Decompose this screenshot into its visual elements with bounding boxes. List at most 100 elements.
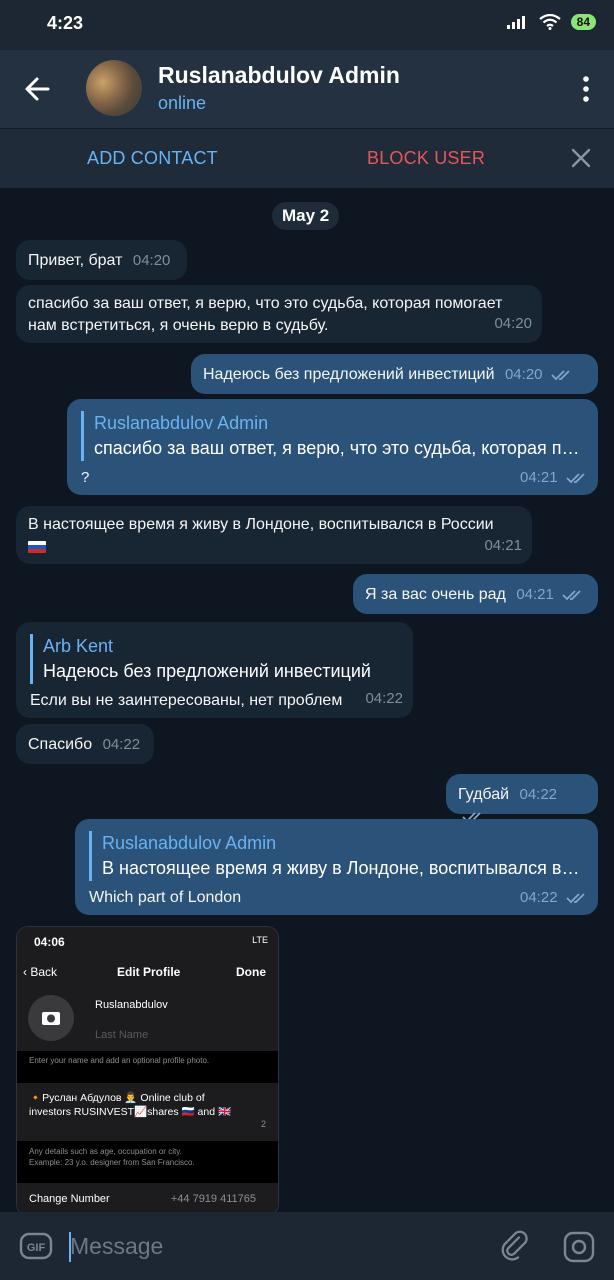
status-icons: 84	[506, 14, 596, 30]
message-text: Which part of London	[89, 889, 242, 906]
screenshot-network: LTE	[252, 935, 268, 945]
gif-icon: GIF	[19, 1232, 53, 1260]
screenshot-last-name: Last Name	[95, 1029, 149, 1041]
message-time: 04:21	[516, 586, 554, 603]
screenshot-bio-hint-line: Example: 23 y.o. designer from San Franc…	[29, 1158, 195, 1167]
chat-title[interactable]: Ruslanabdulov Admin	[158, 62, 400, 89]
screenshot-bio-count: 2	[260, 1119, 266, 1129]
screenshot-back-label: Back	[30, 965, 58, 979]
screenshot-first-name: Ruslanabdulov	[95, 999, 168, 1011]
double-check-icon	[566, 473, 585, 484]
message-input[interactable]	[70, 1228, 470, 1264]
message-incoming[interactable]: Спасибо 04:22	[16, 724, 154, 764]
screenshot-nav-bar: ‹ Back Edit Profile Done	[17, 957, 278, 987]
more-vertical-icon	[583, 76, 589, 102]
wifi-icon	[538, 14, 561, 30]
message-meta: 04:22	[520, 887, 588, 909]
message-composer: GIF	[0, 1212, 614, 1280]
message-incoming[interactable]: Arb Kent Надеюсь без предложений инвести…	[16, 622, 413, 718]
message-incoming[interactable]: Привет, брат 04:20	[16, 240, 187, 280]
add-contact-button[interactable]: ADD CONTACT	[87, 148, 218, 169]
screenshot-row-value: +44 7919 411765	[170, 1193, 256, 1205]
double-check-icon	[551, 370, 570, 381]
message-time: 04:22	[520, 889, 558, 906]
message-time: 04:21	[520, 469, 558, 486]
screenshot-name-hint: Enter your name and add an optional prof…	[29, 1056, 210, 1065]
message-outgoing[interactable]: Ruslanabdulov Admin В настоящее время я …	[75, 819, 598, 915]
message-outgoing[interactable]: Гудбай 04:22	[446, 774, 598, 823]
message-outgoing[interactable]: Ruslanabdulov Admin спасибо за ваш ответ…	[67, 399, 598, 495]
svg-text:GIF: GIF	[27, 1242, 46, 1254]
message-incoming[interactable]: спасибо за ваш ответ, я верю, что это су…	[16, 285, 542, 343]
message-time: 04:22	[102, 736, 141, 753]
chat-status: online	[158, 93, 207, 113]
screenshot-time: 04:06	[34, 935, 65, 949]
back-button[interactable]	[20, 72, 56, 106]
chat-header: Ruslanabdulov Admin online	[0, 50, 614, 128]
message-text: Надеюсь без предложений инвестиций	[203, 366, 495, 383]
screenshot-status-bar: 04:06 LTE	[17, 927, 278, 957]
message-time: 04:20	[504, 366, 543, 383]
attach-button[interactable]	[500, 1230, 534, 1264]
close-icon	[571, 148, 591, 168]
screenshot-back: ‹ Back	[23, 965, 58, 979]
screenshot-avatar	[28, 995, 74, 1041]
reply-text: В настоящее время я живу в Лондоне, восп…	[102, 858, 584, 878]
screenshot-bio-text: 🔸Руслан Абдулов 👨‍💼 Online club of inves…	[29, 1092, 232, 1118]
message-time: 04:22	[519, 786, 558, 803]
screenshot-done: Done	[236, 965, 266, 979]
screenshot-change-number-row: Change Number +44 7919 411765	[17, 1183, 278, 1212]
message-text: Спасибо	[28, 736, 93, 753]
message-incoming[interactable]: В настоящее время я живу в Лондоне, восп…	[16, 506, 532, 564]
reply-text: спасибо за ваш ответ, я верю, что это су…	[94, 438, 584, 458]
message-text: Привет, брат	[28, 252, 123, 269]
more-menu-button[interactable]	[578, 74, 594, 104]
message-text: В настоящее время я живу в Лондоне, восп…	[28, 516, 494, 533]
message-text-line: спасибо за ваш ответ, я верю, что это су…	[28, 295, 503, 312]
screenshot-row-label: Change Number	[29, 1193, 110, 1205]
message-text-line: нам встретиться, я очень верю в судьбу.	[28, 317, 329, 334]
gif-button[interactable]: GIF	[19, 1232, 53, 1260]
screenshot-profile: Ruslanabdulov Last Name	[17, 987, 278, 1051]
date-separator: May 2	[272, 202, 340, 230]
camera-icon	[563, 1231, 595, 1263]
signal-icon	[506, 16, 525, 29]
message-time: 04:22	[365, 690, 403, 707]
battery-icon: 84	[570, 14, 596, 30]
block-user-button[interactable]: BLOCK USER	[367, 148, 485, 169]
message-text: Я за вас очень рад	[365, 586, 506, 603]
screenshot-bio-hint-line: Any details such as age, occupation or c…	[29, 1147, 182, 1156]
shared-screenshot[interactable]: 04:06 LTE ‹ Back Edit Profile Done Rusla…	[16, 926, 279, 1212]
contact-action-bar: ADD CONTACT BLOCK USER	[0, 128, 614, 188]
reply-text: Надеюсь без предложений инвестиций	[43, 661, 371, 681]
double-check-icon	[562, 590, 581, 601]
avatar[interactable]	[86, 60, 142, 116]
paperclip-icon	[501, 1230, 528, 1261]
double-check-icon	[566, 893, 585, 904]
message-outgoing[interactable]: Надеюсь без предложений инвестиций 04:20	[191, 354, 598, 394]
reply-preview[interactable]: Ruslanabdulov Admin спасибо за ваш ответ…	[81, 411, 584, 461]
reply-author: Ruslanabdulov Admin	[102, 833, 277, 853]
message-time: 04:20	[494, 315, 532, 332]
message-time: 04:21	[484, 537, 522, 554]
reply-preview[interactable]: Arb Kent Надеюсь без предложений инвести…	[30, 634, 399, 684]
message-list[interactable]: May 2 Привет, брат 04:20 спасибо за ваш …	[0, 188, 614, 1212]
status-time: 4:23	[47, 13, 84, 33]
status-bar: 4:23 84	[0, 0, 614, 50]
reply-author: Ruslanabdulov Admin	[94, 413, 269, 433]
message-text: Гудбай	[458, 786, 510, 803]
message-time: 04:20	[132, 252, 171, 269]
russia-flag-icon	[28, 540, 46, 553]
message-text: ?	[81, 469, 90, 486]
message-text: Если вы не заинтересованы, нет проблем	[30, 692, 343, 709]
arrow-left-icon	[25, 77, 50, 101]
screenshot-bio: 🔸Руслан Абдулов 👨‍💼 Online club of inves…	[17, 1083, 278, 1141]
reply-preview[interactable]: Ruslanabdulov Admin В настоящее время я …	[89, 831, 584, 881]
close-action-bar-button[interactable]	[570, 147, 592, 169]
screenshot-bio-hint: Any details such as age, occupation or c…	[29, 1146, 269, 1168]
screenshot-title: Edit Profile	[117, 965, 181, 979]
camera-icon	[42, 1012, 60, 1025]
message-outgoing[interactable]: Я за вас очень рад 04:21	[353, 574, 598, 614]
camera-button[interactable]	[562, 1230, 596, 1264]
reply-author: Arb Kent	[43, 636, 114, 656]
